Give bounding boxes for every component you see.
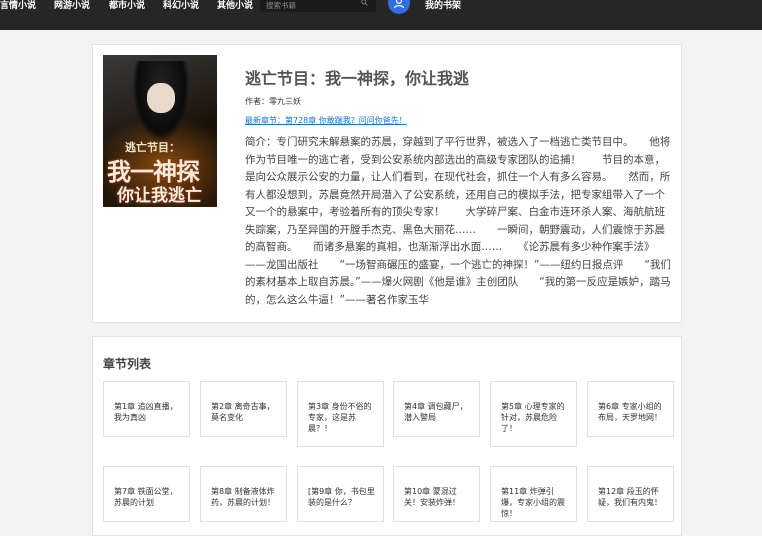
chapter-list-heading: 章节列表 [103, 357, 152, 371]
my-bookshelf-link[interactable]: 我的书架 [425, 0, 461, 12]
search-input[interactable] [266, 0, 356, 11]
book-info-card: 逃亡节目： 我一神探 你让我逃亡 逃亡节目：我一神探，你让我逃 作者：零九三妖 … [92, 44, 682, 323]
chapter-item[interactable]: 第4章 调包藏尸，潜入警局 [393, 381, 480, 437]
search-icon[interactable] [361, 0, 368, 6]
chapter-list-panel: 章节列表 第1章 追凶直播，我为真凶 第2章 离奇古事，莫名变化 第3章 身份不… [92, 336, 682, 536]
chapter-item[interactable]: 第8章 制备液体炸药，苏晨的计划！ [200, 466, 287, 522]
chapter-item[interactable]: 第12章 段玉的怀疑，我们有内鬼！ [587, 466, 674, 522]
user-avatar-button[interactable] [388, 0, 410, 14]
cover-face [147, 83, 175, 113]
user-icon [393, 0, 405, 9]
chapter-item[interactable]: 第3章 身份不俗的专家，这是苏晨？！ [297, 381, 384, 447]
nav-item-romance[interactable]: 言情小说 [0, 0, 36, 12]
cover-title-line3: 你让我逃亡 [117, 186, 202, 206]
book-title: 逃亡节目：我一神探，你让我逃 [245, 69, 470, 88]
nav-item-other[interactable]: 其他小说 [217, 0, 253, 12]
chapter-item[interactable]: 第1章 追凶直播，我为真凶 [103, 381, 190, 437]
chapter-item[interactable]: 第2章 离奇古事，莫名变化 [200, 381, 287, 437]
nav-item-scifi[interactable]: 科幻小说 [163, 0, 199, 12]
top-nav-bar: 言情小说 网游小说 都市小说 科幻小说 其他小说 我的书架 [0, 0, 762, 30]
chapter-item[interactable]: 第7章 铁面公堂，苏晨的计划 [103, 466, 190, 522]
book-cover[interactable]: 逃亡节目： 我一神探 你让我逃亡 [103, 55, 217, 207]
nav-item-urban[interactable]: 都市小说 [109, 0, 145, 12]
search-box [260, 0, 376, 12]
book-author: 作者：零九三妖 [245, 97, 301, 106]
chapter-item[interactable]: 第5章 心理专家的针对，苏晨危险了！ [490, 381, 577, 447]
book-intro: 简介：专门研究未解悬案的苏晨，穿越到了平行世界，被选入了一档逃亡类节目中。 他将… [245, 136, 671, 306]
chapter-item[interactable]: 第6章 专家小组的布局，天罗地网！ [587, 381, 674, 437]
nav-item-online-game[interactable]: 网游小说 [54, 0, 90, 12]
chapter-item[interactable]: [第9章 你，书包里装的是什么？ [297, 466, 384, 522]
chapter-item[interactable]: 第10章 蒙混过关！安装炸弹！ [393, 466, 480, 522]
chapter-item[interactable]: 第11章 炸弹引爆，专家小组的震惊！ [490, 466, 577, 522]
latest-chapter-link[interactable]: 最新章节：第728章 你敢踹我？问问你爸先！ [245, 115, 407, 126]
